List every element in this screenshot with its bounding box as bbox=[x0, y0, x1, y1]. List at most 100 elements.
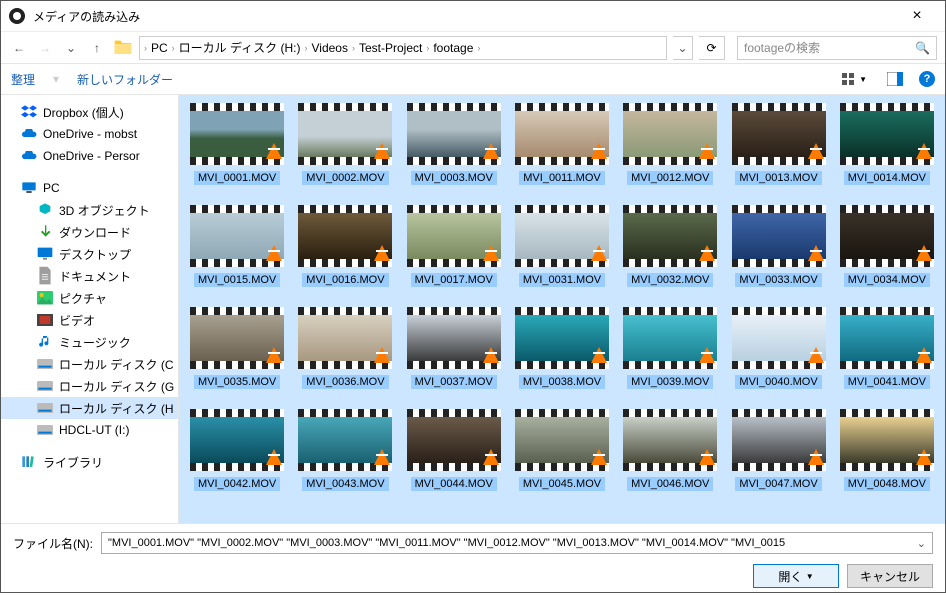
file-item[interactable]: MVI_0043.MOV bbox=[293, 409, 397, 491]
tree-item[interactable]: PC bbox=[1, 177, 178, 199]
vlc-cone-icon bbox=[916, 449, 932, 465]
back-button[interactable]: ← bbox=[9, 38, 29, 58]
vlc-cone-icon bbox=[808, 245, 824, 261]
breadcrumb-dropdown[interactable]: ⌄ bbox=[673, 36, 693, 60]
file-name: MVI_0014.MOV bbox=[844, 171, 930, 185]
file-item[interactable]: MVI_0003.MOV bbox=[402, 103, 506, 185]
file-item[interactable]: MVI_0034.MOV bbox=[835, 205, 939, 287]
preview-pane-button[interactable] bbox=[883, 70, 907, 88]
file-item[interactable]: MVI_0015.MOV bbox=[185, 205, 289, 287]
breadcrumb-item[interactable]: PC bbox=[151, 41, 168, 55]
file-name: MVI_0012.MOV bbox=[627, 171, 713, 185]
file-item[interactable]: MVI_0016.MOV bbox=[293, 205, 397, 287]
file-item[interactable]: MVI_0012.MOV bbox=[618, 103, 722, 185]
breadcrumb-item[interactable]: Test-Project bbox=[359, 41, 422, 55]
video-thumbnail bbox=[515, 103, 609, 165]
tree-item[interactable]: OneDrive - Persor bbox=[1, 145, 178, 167]
tree-item[interactable]: Dropbox (個人) bbox=[1, 101, 178, 123]
file-item[interactable]: MVI_0033.MOV bbox=[726, 205, 830, 287]
breadcrumb-item[interactable]: footage bbox=[433, 41, 473, 55]
file-item[interactable]: MVI_0002.MOV bbox=[293, 103, 397, 185]
file-item[interactable]: MVI_0017.MOV bbox=[402, 205, 506, 287]
tree-item-label: ダウンロード bbox=[59, 224, 131, 241]
breadcrumb-item[interactable]: ローカル ディスク (H:) bbox=[179, 39, 301, 56]
up-button[interactable]: ↑ bbox=[87, 38, 107, 58]
file-item[interactable]: MVI_0044.MOV bbox=[402, 409, 506, 491]
file-item[interactable]: MVI_0014.MOV bbox=[835, 103, 939, 185]
file-name: MVI_0037.MOV bbox=[411, 375, 497, 389]
tree-item[interactable]: ビデオ bbox=[1, 309, 178, 331]
video-thumbnail bbox=[515, 307, 609, 369]
tree-item-label: デスクトップ bbox=[59, 246, 131, 263]
download-icon bbox=[37, 225, 53, 239]
file-item[interactable]: MVI_0042.MOV bbox=[185, 409, 289, 491]
open-button[interactable]: 開く ▼ bbox=[753, 564, 839, 588]
video-thumbnail bbox=[623, 409, 717, 471]
tree-item[interactable]: ローカル ディスク (C bbox=[1, 353, 178, 375]
breadcrumb-item[interactable]: Videos bbox=[312, 41, 348, 55]
refresh-button[interactable]: ⟳ bbox=[699, 36, 725, 60]
tree-item-label: ピクチャ bbox=[59, 290, 107, 307]
forward-button[interactable]: → bbox=[35, 38, 55, 58]
close-button[interactable]: × bbox=[897, 7, 937, 25]
search-input[interactable]: footageの検索 🔍 bbox=[737, 36, 937, 60]
chevron-right-icon: › bbox=[477, 43, 480, 53]
file-item[interactable]: MVI_0048.MOV bbox=[835, 409, 939, 491]
tree-item[interactable]: ミュージック bbox=[1, 331, 178, 353]
tree-item[interactable]: ローカル ディスク (H bbox=[1, 397, 178, 419]
file-item[interactable]: MVI_0036.MOV bbox=[293, 307, 397, 389]
file-item[interactable]: MVI_0031.MOV bbox=[510, 205, 614, 287]
vlc-cone-icon bbox=[699, 347, 715, 363]
video-thumbnail bbox=[515, 409, 609, 471]
file-item[interactable]: MVI_0045.MOV bbox=[510, 409, 614, 491]
file-name: MVI_0044.MOV bbox=[411, 477, 497, 491]
file-item[interactable]: MVI_0038.MOV bbox=[510, 307, 614, 389]
file-item[interactable]: MVI_0035.MOV bbox=[185, 307, 289, 389]
vlc-cone-icon bbox=[591, 347, 607, 363]
chevron-right-icon: › bbox=[305, 43, 308, 53]
tree-item[interactable]: 3D オブジェクト bbox=[1, 199, 178, 221]
file-item[interactable]: MVI_0001.MOV bbox=[185, 103, 289, 185]
titlebar: メディアの読み込み × bbox=[1, 1, 945, 31]
tree-item[interactable]: ライブラリ bbox=[1, 451, 178, 473]
tree-item[interactable]: デスクトップ bbox=[1, 243, 178, 265]
help-button[interactable]: ? bbox=[919, 71, 935, 87]
tree-item[interactable]: OneDrive - mobst bbox=[1, 123, 178, 145]
tree-item[interactable]: ダウンロード bbox=[1, 221, 178, 243]
file-name: MVI_0043.MOV bbox=[302, 477, 388, 491]
file-item[interactable]: MVI_0032.MOV bbox=[618, 205, 722, 287]
tree-item[interactable]: ドキュメント bbox=[1, 265, 178, 287]
file-item[interactable]: MVI_0011.MOV bbox=[510, 103, 614, 185]
file-item[interactable]: MVI_0037.MOV bbox=[402, 307, 506, 389]
file-name: MVI_0038.MOV bbox=[519, 375, 605, 389]
video-thumbnail bbox=[515, 205, 609, 267]
tree-item[interactable]: ピクチャ bbox=[1, 287, 178, 309]
file-name: MVI_0045.MOV bbox=[519, 477, 605, 491]
file-grid[interactable]: MVI_0001.MOVMVI_0002.MOVMVI_0003.MOVMVI_… bbox=[179, 95, 945, 523]
vlc-cone-icon bbox=[266, 245, 282, 261]
tree-item[interactable]: HDCL-UT (I:) bbox=[1, 419, 178, 441]
filename-input[interactable]: "MVI_0001.MOV" "MVI_0002.MOV" "MVI_0003.… bbox=[101, 532, 933, 554]
file-name: MVI_0041.MOV bbox=[844, 375, 930, 389]
app-icon bbox=[9, 8, 25, 24]
recent-dropdown[interactable]: ⌄ bbox=[61, 38, 81, 58]
new-folder-button[interactable]: 新しいフォルダー bbox=[77, 71, 173, 88]
file-name: MVI_0040.MOV bbox=[735, 375, 821, 389]
organize-menu[interactable]: 整理 bbox=[11, 71, 35, 88]
cancel-button[interactable]: キャンセル bbox=[847, 564, 933, 588]
tree-item[interactable]: ローカル ディスク (G bbox=[1, 375, 178, 397]
cloud-icon bbox=[21, 127, 37, 141]
file-name: MVI_0047.MOV bbox=[735, 477, 821, 491]
file-item[interactable]: MVI_0013.MOV bbox=[726, 103, 830, 185]
file-name: MVI_0017.MOV bbox=[411, 273, 497, 287]
file-item[interactable]: MVI_0047.MOV bbox=[726, 409, 830, 491]
tree-item-label: 3D オブジェクト bbox=[59, 202, 150, 219]
tree-item-label: OneDrive - Persor bbox=[43, 149, 140, 163]
file-item[interactable]: MVI_0039.MOV bbox=[618, 307, 722, 389]
file-item[interactable]: MVI_0040.MOV bbox=[726, 307, 830, 389]
breadcrumb[interactable]: › PC›ローカル ディスク (H:)›Videos›Test-Project›… bbox=[139, 36, 667, 60]
file-item[interactable]: MVI_0041.MOV bbox=[835, 307, 939, 389]
file-item[interactable]: MVI_0046.MOV bbox=[618, 409, 722, 491]
video-thumbnail bbox=[190, 409, 284, 471]
view-mode-button[interactable]: ▼ bbox=[837, 70, 871, 88]
